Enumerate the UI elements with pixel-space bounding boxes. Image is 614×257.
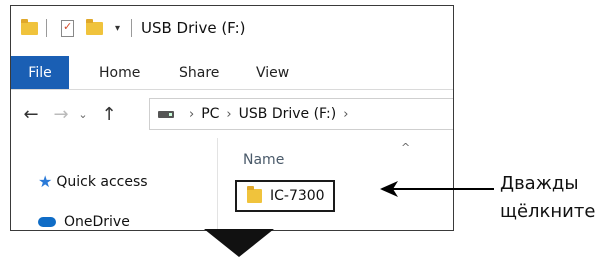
callout-arrow [380, 181, 494, 197]
cloud-icon [38, 217, 56, 227]
folder-icon [21, 6, 38, 50]
tab-file[interactable]: File [11, 56, 69, 89]
recent-locations-chevron-icon[interactable]: ⌄ [75, 100, 91, 128]
chevron-right-icon[interactable]: › [226, 107, 231, 122]
star-icon: ★ [38, 172, 53, 191]
chevron-right-icon[interactable]: › [189, 107, 194, 122]
nav-item-label: OneDrive [64, 214, 130, 230]
ribbon-tabs: File Home Share View [11, 56, 453, 90]
down-arrow-icon [204, 229, 274, 257]
pane-divider[interactable] [217, 138, 218, 230]
drive-icon [158, 110, 174, 118]
tab-home[interactable]: Home [99, 56, 140, 89]
tab-share[interactable]: Share [179, 56, 219, 89]
title-separator [46, 6, 47, 50]
forward-arrow-icon[interactable]: → [49, 100, 73, 128]
double-click-instruction: Дважды щёлкните [500, 170, 595, 226]
nav-item-label: Quick access [56, 173, 148, 190]
nav-item-onedrive[interactable]: OneDrive [38, 214, 130, 230]
back-arrow-icon[interactable]: ← [19, 100, 43, 128]
sort-ascending-icon: ^ [401, 141, 411, 154]
tab-view[interactable]: View [256, 56, 289, 89]
breadcrumb-pc[interactable]: PC [201, 106, 219, 122]
window-title: USB Drive (F:) [141, 19, 246, 37]
column-header-name[interactable]: Name [243, 152, 284, 168]
navigation-bar: ← → ⌄ ↑ › PC › USB Drive (F:) › [11, 90, 453, 138]
breadcrumb-usb-drive[interactable]: USB Drive (F:) [239, 106, 337, 122]
address-bar[interactable]: › PC › USB Drive (F:) › [149, 98, 453, 130]
title-bar: ▾ USB Drive (F:) [11, 6, 453, 50]
folder-name: IC-7300 [270, 188, 325, 204]
customize-quick-access-dropdown[interactable]: ▾ [115, 6, 120, 50]
nav-item-quick-access[interactable]: ★ Quick access [38, 172, 148, 191]
up-arrow-icon[interactable]: ↑ [97, 100, 121, 128]
instruction-line-2: щёлкните [500, 201, 596, 222]
new-folder-icon[interactable] [86, 6, 103, 50]
folder-item-ic-7300[interactable]: IC-7300 [235, 180, 335, 212]
properties-icon[interactable] [61, 6, 74, 50]
title-separator [131, 6, 132, 50]
navigation-pane: ★ Quick access OneDrive [11, 138, 217, 230]
instruction-line-1: Дважды [500, 173, 579, 194]
folder-icon [247, 186, 262, 203]
chevron-right-icon[interactable]: › [343, 107, 348, 122]
